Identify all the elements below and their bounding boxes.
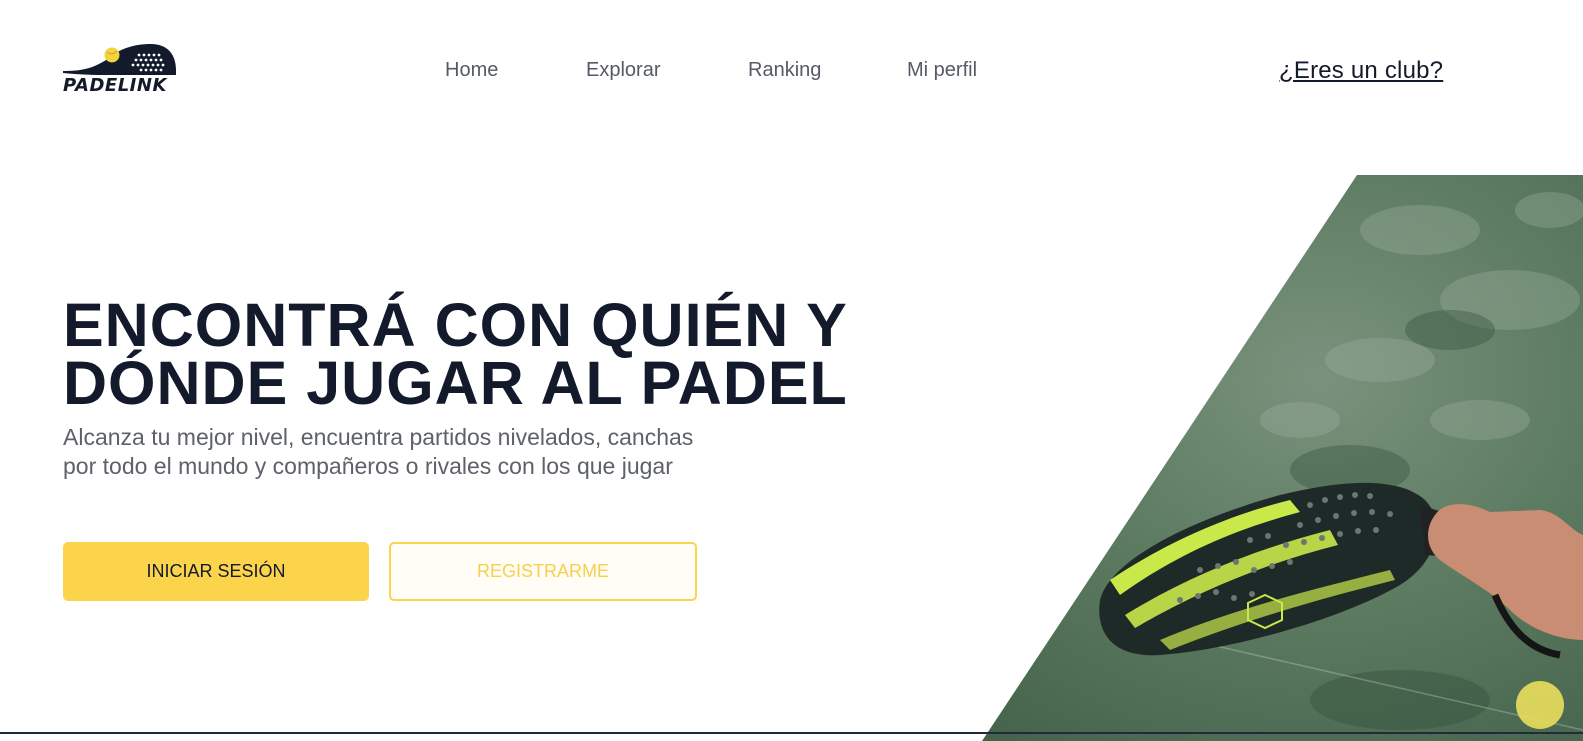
brand-name: PADELINK — [63, 75, 167, 96]
hero-subtitle-line-1: Alcanza tu mejor nivel, encuentra partid… — [63, 424, 694, 450]
hero-title: ENCONTRÁ CON QUIÉN Y DÓNDE JUGAR AL PADE… — [63, 291, 848, 417]
club-link[interactable]: ¿Eres un club? — [1279, 57, 1443, 85]
login-button[interactable]: INICIAR SESIÓN — [63, 542, 369, 601]
hero-title-line-1: ENCONTRÁ CON QUIÉN Y — [63, 291, 848, 359]
racket-illustration — [1099, 482, 1583, 659]
nav-item-ranking[interactable]: Ranking — [748, 58, 821, 82]
hero-subtitle-line-2: por todo el mundo y compañeros o rivales… — [63, 453, 673, 479]
nav-item-explorar[interactable]: Explorar — [586, 58, 660, 82]
nav-item-mi-perfil[interactable]: Mi perfil — [907, 58, 977, 82]
hero-title-line-2: DÓNDE JUGAR AL PADEL — [63, 349, 848, 417]
nav-item-home[interactable]: Home — [445, 58, 498, 82]
hero-subtitle: Alcanza tu mejor nivel, encuentra partid… — [63, 423, 863, 481]
register-button[interactable]: REGISTRARME — [389, 542, 697, 601]
bottom-divider — [0, 732, 1583, 734]
padelink-logo[interactable]: PADELINK — [63, 42, 177, 98]
racket-logo-icon — [63, 44, 176, 75]
